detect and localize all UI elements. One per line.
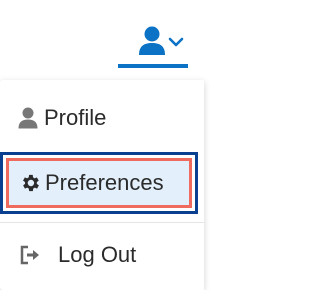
sign-out-icon bbox=[20, 245, 40, 265]
menu-item-profile[interactable]: Profile bbox=[18, 96, 198, 140]
active-underline bbox=[118, 64, 188, 68]
menu-item-label: Log Out bbox=[58, 242, 137, 267]
gear-icon bbox=[19, 172, 41, 194]
chevron-down-icon bbox=[168, 35, 184, 53]
menu-item-log-out[interactable]: Log Out bbox=[0, 222, 204, 287]
user-icon bbox=[138, 26, 166, 61]
selected-highlight: Preferences bbox=[6, 158, 192, 208]
menu-item-label: Preferences bbox=[45, 170, 164, 195]
menu-item-label: Profile bbox=[44, 105, 107, 130]
user-dropdown-menu: Profile Preferences Log Out bbox=[0, 80, 204, 290]
user-icon bbox=[18, 107, 38, 129]
menu-item-preferences[interactable]: Preferences bbox=[0, 152, 198, 214]
user-menu-toggle[interactable] bbox=[118, 26, 188, 68]
